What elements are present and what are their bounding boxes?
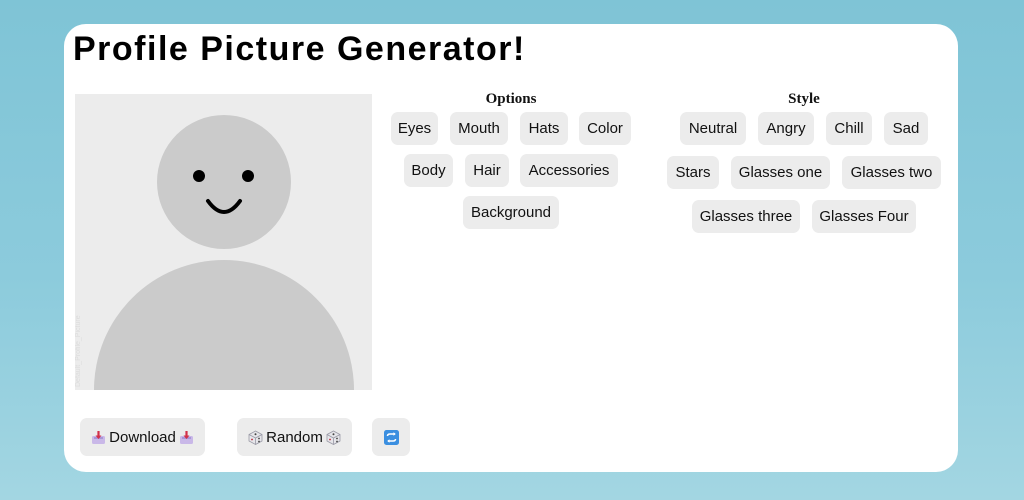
avatar-preview: Default_Profile_Picture (75, 94, 372, 390)
option-mouth[interactable]: Mouth (450, 112, 508, 145)
options-heading: Options (485, 91, 537, 107)
option-accessories[interactable]: Accessories (520, 154, 618, 187)
avatar-left-eye (193, 170, 205, 182)
random-label: Random (266, 428, 323, 446)
refresh-button[interactable] (372, 418, 410, 456)
style-glasses-two[interactable]: Glasses two (842, 156, 941, 189)
refresh-icon (383, 429, 399, 445)
avatar-body (94, 260, 354, 390)
dice-icon (326, 430, 341, 445)
style-heading: Style (788, 91, 820, 107)
avatar-illustration (94, 115, 354, 390)
option-background[interactable]: Background (463, 196, 559, 229)
option-hats[interactable]: Hats (520, 112, 568, 145)
style-neutral[interactable]: Neutral (680, 112, 746, 145)
download-button[interactable]: Download (80, 418, 205, 456)
style-glasses-one[interactable]: Glasses one (731, 156, 830, 189)
page-title: Profile Picture Generator! (73, 30, 526, 68)
avatar-right-eye (242, 170, 254, 182)
option-eyes[interactable]: Eyes (391, 112, 438, 145)
style-chill[interactable]: Chill (826, 112, 872, 145)
style-glasses-three[interactable]: Glasses three (692, 200, 800, 233)
preview-watermark: Default_Profile_Picture (75, 315, 82, 387)
style-glasses-four[interactable]: Glasses Four (812, 200, 916, 233)
dice-icon (248, 430, 263, 445)
random-button[interactable]: Random (237, 418, 352, 456)
option-hair[interactable]: Hair (465, 154, 509, 187)
style-sad[interactable]: Sad (884, 112, 928, 145)
download-tray-icon (91, 430, 106, 445)
download-tray-icon (179, 430, 194, 445)
option-color[interactable]: Color (579, 112, 631, 145)
download-label: Download (109, 428, 176, 446)
style-angry[interactable]: Angry (758, 112, 814, 145)
generator-card: Profile Picture Generator! Default_Profi… (64, 24, 958, 472)
avatar-head (157, 115, 291, 249)
option-body[interactable]: Body (404, 154, 453, 187)
style-stars[interactable]: Stars (667, 156, 719, 189)
